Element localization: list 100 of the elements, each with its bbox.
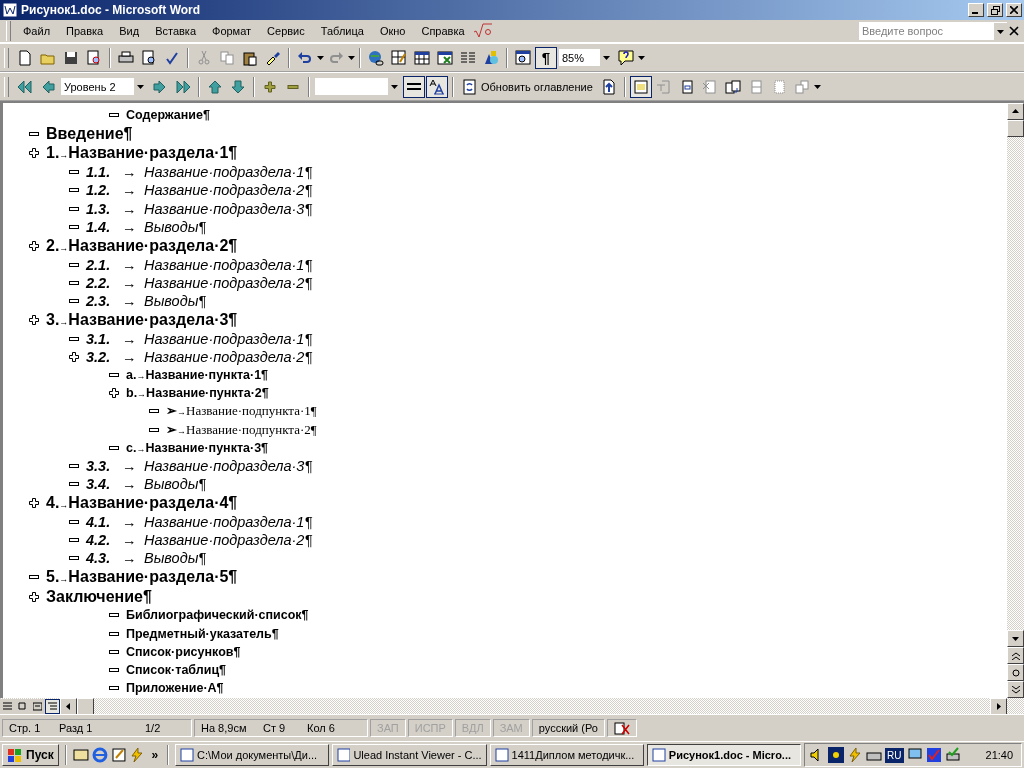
outline-heading[interactable]: ➢→Название·подпункта·2¶ [166,421,317,438]
page-search-icon[interactable] [86,49,102,66]
outline-heading[interactable]: Содержание¶ [126,108,210,123]
pages-arrow-icon[interactable] [724,78,741,95]
outline-heading[interactable]: Список·рисунков¶ [126,644,241,659]
outline-heading[interactable]: 5.→Название·раздела·5¶ [46,568,238,586]
horizontal-scrollbar[interactable] [0,698,1024,714]
menu-item[interactable]: Сервис [259,23,313,39]
menu-item[interactable]: Правка [58,23,112,39]
outline-heading[interactable]: ➢→Название·подпункта·1¶ [166,403,317,420]
outline-heading[interactable]: a.→Название·пункта·1¶ [126,367,269,382]
plus-icon[interactable] [29,240,39,251]
outline-heading[interactable]: 3.2. → Название·подраздела·2¶ [86,348,313,365]
left-arrow-icon[interactable] [65,702,72,710]
outline-heading[interactable]: Список·таблиц¶ [126,662,226,677]
outline-heading[interactable]: c.→Название·пункта·3¶ [126,440,269,455]
level-combo[interactable]: Уровень 2 [60,77,148,96]
close-button[interactable] [1006,3,1022,17]
outline-heading[interactable]: 2.3. → Выводы¶ [86,292,207,309]
document-icon[interactable] [494,748,509,762]
down-arrow-icon[interactable] [1012,635,1019,642]
down-arrow-icon[interactable] [348,54,355,61]
show-marks-toggle[interactable]: ¶ [535,46,557,69]
columns-icon[interactable] [460,49,476,66]
shapes-icon[interactable] [483,49,499,66]
taskbar-button[interactable]: Рисунок1.doc - Micro... [646,744,802,766]
windows-flag-icon[interactable] [7,747,23,763]
taskbar-button[interactable]: 1411Диплом методичк... [489,744,644,766]
paintbrush-icon[interactable] [265,49,281,66]
outline-heading[interactable]: 2.→Название·раздела·2¶ [46,236,238,255]
menu-item[interactable]: Справка [413,23,473,39]
menu-item[interactable]: Таблица [312,23,372,39]
outline-heading[interactable]: Библиографический·список¶ [126,608,309,623]
down-arrow-icon[interactable] [813,83,821,90]
close-icon[interactable] [1010,6,1018,14]
print-preview-icon[interactable] [141,49,157,66]
outline-heading[interactable]: 3.1. → Название·подраздела·1¶ [86,330,313,347]
outline-heading[interactable]: b.→Название·пункта·2¶ [126,386,269,401]
outline-heading[interactable]: 4.→Название·раздела·4¶ [46,493,238,512]
menu-item[interactable]: Вид [111,23,148,39]
square-root-icon[interactable] [472,23,493,39]
outline-heading[interactable]: 3.→Название·раздела·3¶ [46,310,238,329]
help-balloon-icon[interactable] [618,49,634,66]
outline-heading[interactable]: 3.3. → Название·подраздела·3¶ [86,457,313,474]
document-icon[interactable] [180,748,195,762]
outline-heading[interactable]: 4.2. → Название·подраздела·2¶ [86,531,313,548]
menu-item[interactable]: Вставка [147,23,204,39]
outline-heading[interactable]: 1.→Название·раздела·1¶ [46,144,238,163]
browser-e-icon[interactable] [91,747,108,763]
vertical-scrollbar[interactable] [1007,103,1024,698]
plus-icon[interactable] [29,591,39,602]
circle-icon[interactable] [1011,668,1020,677]
zoom-combo[interactable]: 85% [558,48,614,67]
menu-item[interactable]: Файл [15,23,59,39]
close-icon[interactable] [1008,25,1020,37]
plus-icon[interactable] [29,314,39,325]
outline-heading[interactable]: 2.2. → Название·подраздела·2¶ [86,274,313,291]
plus-icon[interactable] [29,148,39,159]
outline-heading[interactable]: Заключение¶ [46,587,152,606]
outline-heading[interactable]: 2.1. → Название·подраздела·1¶ [86,256,313,273]
down-arrow-icon[interactable] [603,54,610,61]
table-pen-icon[interactable] [391,49,407,66]
plus-icon[interactable] [69,351,79,362]
computer-check-icon[interactable] [944,747,961,763]
down-arrow-icon[interactable] [1011,685,1020,694]
down-arrow-icon[interactable] [391,83,398,90]
page-cross-icon[interactable] [701,78,718,95]
notepad-icon[interactable] [110,747,127,763]
right-arrow-icon[interactable] [995,702,1002,710]
outline-heading[interactable]: 1.2. → Название·подраздела·2¶ [86,182,313,199]
document-map-icon[interactable] [515,49,531,66]
outline-heading[interactable]: 4.3. → Выводы¶ [86,550,207,567]
help-search-box[interactable]: Введите вопрос [858,21,1008,41]
outline-heading[interactable]: Предметный·указатель¶ [126,626,279,641]
double-right-arrow-icon[interactable] [175,78,191,95]
plus-icon[interactable] [29,497,39,508]
document-icon[interactable] [651,748,666,762]
minimize-button[interactable] [968,3,984,17]
blank-page-icon[interactable] [17,49,33,66]
update-toc-button[interactable]: Обновить оглавление [458,75,597,98]
language-indicator[interactable]: RU [885,747,904,763]
up-arrow-icon[interactable] [1012,108,1019,115]
menu-item[interactable]: Формат [204,23,260,39]
outline-heading[interactable]: Приложение·А¶ [126,681,224,696]
spreadsheet-icon[interactable] [437,49,453,66]
outline-heading[interactable]: 1.1. → Название·подраздела·1¶ [86,164,313,181]
checkmark-icon[interactable] [925,747,942,763]
page-arrow-icon[interactable] [600,78,617,95]
down-arrow-icon[interactable] [137,83,144,90]
plus-icon[interactable] [109,388,119,399]
down-arrow-icon[interactable] [997,27,1004,35]
refresh-page-icon[interactable] [462,78,478,95]
outline-heading[interactable]: 4.1. → Название·подраздела·1¶ [86,513,313,530]
outline-heading[interactable]: 3.4. → Выводы¶ [86,476,207,493]
down-arrow-icon[interactable] [638,54,645,61]
document-icon[interactable] [337,748,351,762]
double-left-arrow-icon[interactable] [17,78,33,95]
clipboard-icon[interactable] [242,49,258,66]
taskbar-button[interactable]: Ulead Instant Viewer - C... [332,744,487,766]
scroll-thumb[interactable] [1007,120,1024,137]
